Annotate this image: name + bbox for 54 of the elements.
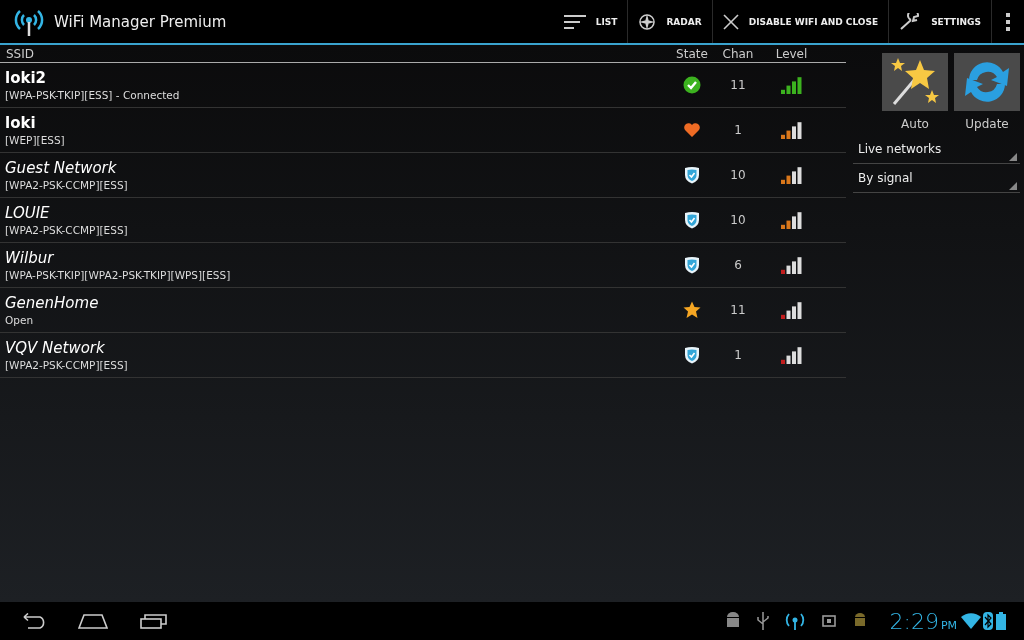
- dropdown[interactable]: Live networks: [853, 135, 1020, 164]
- column-header: State: [675, 46, 709, 61]
- network-row[interactable]: Wilbur [WPA-PSK-TKIP][WPA2-PSK-TKIP][WPS][ESS] 6: [0, 243, 846, 288]
- network-row[interactable]: loki [WEP][ESS] 1: [0, 108, 846, 153]
- clock-time: 2:29: [889, 608, 939, 634]
- channel-number: 10: [729, 213, 747, 227]
- screenshot-icon: [821, 613, 838, 629]
- column-header: Level: [774, 46, 809, 61]
- network-name: GenenHome: [5, 293, 100, 313]
- dropdown[interactable]: By signal: [853, 164, 1020, 193]
- recent-apps-icon[interactable]: [140, 613, 168, 629]
- network-security: [WEP][ESS]: [5, 133, 66, 147]
- network-security: Open: [5, 313, 35, 327]
- list-icon: [563, 13, 586, 30]
- network-security: [WPA2-PSK-CCMP][ESS]: [5, 223, 129, 237]
- network-row[interactable]: GenenHome Open 11: [0, 288, 846, 333]
- channel-number: 1: [733, 348, 743, 362]
- network-row[interactable]: loki2 [WPA-PSK-TKIP][ESS] - Connected 11: [0, 63, 846, 108]
- network-row[interactable]: VQV Network [WPA2-PSK-CCMP][ESS] 1: [0, 333, 846, 378]
- dropdown-corner-icon: [1009, 153, 1017, 161]
- column-header: Chan: [721, 46, 755, 61]
- close-icon: [722, 13, 739, 30]
- network-name: VQV Network: [5, 338, 106, 358]
- usb-icon: [757, 612, 770, 630]
- channel-number: 1: [733, 123, 743, 137]
- network-name: Guest Network: [5, 158, 118, 178]
- action-button[interactable]: LIST: [553, 0, 628, 43]
- network-row[interactable]: LOUIE [WPA2-PSK-CCMP][ESS] 10: [0, 198, 846, 243]
- network-security: [WPA-PSK-TKIP][ESS] - Connected: [5, 88, 181, 102]
- network-name: Wilbur: [5, 248, 55, 268]
- network-security: [WPA-PSK-TKIP][WPA2-PSK-TKIP][WPS][ESS]: [5, 268, 232, 282]
- channel-number: 10: [729, 168, 747, 182]
- compass-icon: [638, 12, 657, 31]
- action-button[interactable]: DISABLE WIFI AND CLOSE: [711, 0, 889, 43]
- battery-icon: [996, 612, 1006, 630]
- wifi-icon: [961, 613, 981, 629]
- dropdown-corner-icon: [1009, 182, 1017, 190]
- network-security: [WPA2-PSK-CCMP][ESS]: [5, 178, 129, 192]
- app-title: WiFi Manager Premium: [54, 12, 228, 31]
- action-button[interactable]: RADAR: [627, 0, 712, 43]
- network-security: [WPA2-PSK-CCMP][ESS]: [5, 358, 129, 372]
- network-name: loki2: [5, 68, 47, 88]
- column-header: SSID: [5, 46, 35, 61]
- channel-number: 11: [729, 303, 747, 317]
- channel-number: 6: [733, 258, 743, 272]
- wifi-antenna-icon: [785, 612, 806, 630]
- clock-period: PM: [940, 618, 957, 632]
- bluetooth-icon: [983, 612, 993, 630]
- network-row[interactable]: Guest Network [WPA2-PSK-CCMP][ESS] 10: [0, 153, 846, 198]
- home-icon[interactable]: [78, 613, 108, 629]
- channel-number: 11: [729, 78, 747, 92]
- network-name: loki: [5, 113, 37, 133]
- action-button[interactable]: SETTINGS: [888, 0, 991, 43]
- network-name: LOUIE: [5, 203, 51, 223]
